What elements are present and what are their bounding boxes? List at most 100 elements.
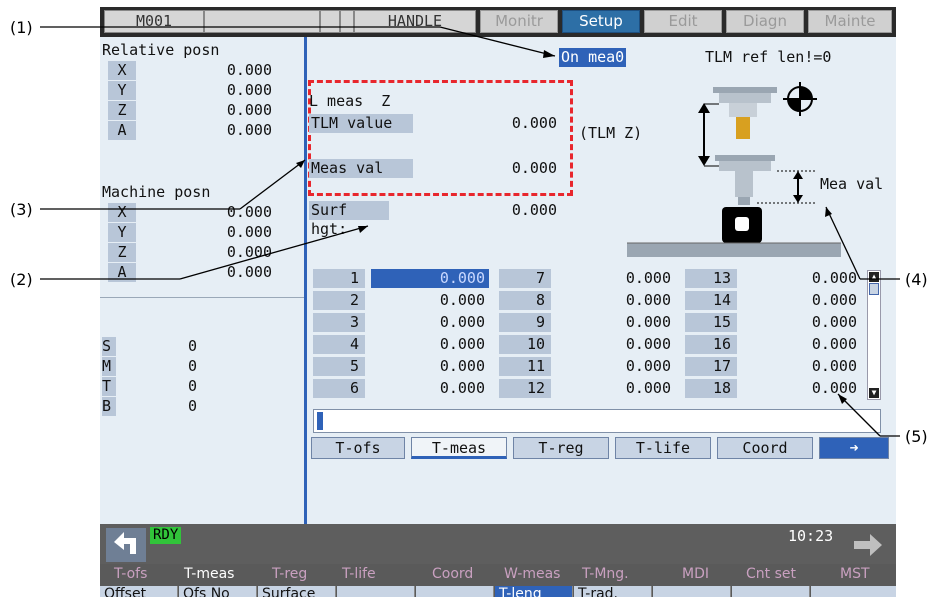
input-cursor bbox=[317, 412, 323, 430]
tab-tool-life[interactable]: T-life bbox=[615, 437, 711, 459]
meas-spindle-body bbox=[719, 161, 771, 171]
table-row-no: 15 bbox=[685, 313, 737, 332]
menu-t-meas[interactable]: T-meas bbox=[184, 566, 234, 582]
softkey-line: T-leng bbox=[499, 586, 542, 597]
table-row-value[interactable]: 0.000 bbox=[743, 357, 857, 376]
tab-setup[interactable]: Setup bbox=[562, 10, 640, 33]
tab-maintenance[interactable]: Mainte bbox=[808, 10, 892, 33]
tab-tool-offset[interactable]: T-ofs bbox=[311, 437, 405, 459]
scroll-thumb[interactable] bbox=[869, 283, 879, 295]
tlm-ref-length: TLM ref len!=0 bbox=[705, 48, 832, 66]
scroll-down-icon[interactable]: ▼ bbox=[869, 388, 879, 398]
table-row-value[interactable]: 0.000 bbox=[557, 357, 671, 376]
menu-t-mng[interactable]: T-Mng. bbox=[582, 566, 629, 582]
table-row-value[interactable]: 0.000 bbox=[557, 335, 671, 354]
machine-position-title: Machine posn bbox=[102, 183, 211, 201]
softkey-empty-8[interactable] bbox=[653, 586, 731, 597]
menu-t-reg[interactable]: T-reg bbox=[272, 566, 307, 582]
top-bar: M001 HANDLE Monitr Setup Edit Diagn Main… bbox=[100, 7, 896, 37]
table-row-no: 4 bbox=[313, 335, 365, 354]
table-row-value[interactable]: 0.000 bbox=[557, 313, 671, 332]
mach-axis-x: X bbox=[108, 203, 136, 222]
table-row-no: 5 bbox=[313, 357, 365, 376]
table-row-value[interactable]: 0.000 bbox=[371, 335, 485, 354]
mea-val-caption: Mea val bbox=[820, 175, 884, 193]
tcode-label: T bbox=[102, 377, 116, 396]
tool-measure-panel: On mea0 TLM ref len!=0 L meas Z TLM valu… bbox=[304, 37, 896, 524]
menu-mst[interactable]: MST bbox=[840, 566, 870, 582]
softkey-line: T-rad. bbox=[578, 586, 618, 597]
table-row-value[interactable]: 0.000 bbox=[743, 291, 857, 310]
callout-5: (5) bbox=[905, 427, 928, 446]
softkey-offset-write[interactable]: Offsetwrite bbox=[100, 586, 178, 597]
softkey-ofs-no-search[interactable]: Ofs Nosearch bbox=[179, 586, 257, 597]
status-cell-2 bbox=[320, 10, 340, 33]
meas-value: 0.000 bbox=[511, 159, 557, 177]
table-row-no: 16 bbox=[685, 335, 737, 354]
data-input-field[interactable] bbox=[313, 409, 881, 433]
softkey-line: Surface bbox=[262, 586, 316, 597]
status-cell-1 bbox=[204, 10, 320, 33]
table-row-value[interactable]: 0.000 bbox=[371, 291, 485, 310]
softkey-empty-4[interactable] bbox=[337, 586, 415, 597]
mach-axis-y: Y bbox=[108, 223, 136, 242]
table-row-value[interactable]: 0.000 bbox=[371, 269, 489, 288]
tab-tool-register[interactable]: T-reg bbox=[513, 437, 609, 459]
relative-position-title: Relative posn bbox=[102, 41, 220, 59]
surf-hgt-label: Surf hgt: bbox=[309, 201, 389, 238]
meas-tool-icon bbox=[735, 171, 753, 197]
table-row-value[interactable]: 0.000 bbox=[743, 269, 857, 288]
status-cell-3 bbox=[340, 10, 354, 33]
tab-edit[interactable]: Edit bbox=[644, 10, 722, 33]
table-row-value[interactable]: 0.000 bbox=[743, 379, 857, 398]
mach-axis-a: A bbox=[108, 263, 136, 282]
surf-hgt-value: 0.000 bbox=[511, 201, 557, 219]
mach-value-y: 0.000 bbox=[226, 223, 272, 241]
table-row-no: 11 bbox=[499, 357, 551, 376]
tab-tool-measure[interactable]: T-meas bbox=[411, 437, 507, 459]
menu-mdi[interactable]: MDI bbox=[682, 566, 709, 582]
softkey-t-rad-measure[interactable]: T-rad.measure bbox=[574, 586, 652, 597]
table-row-value[interactable]: 0.000 bbox=[743, 335, 857, 354]
mach-value-a: 0.000 bbox=[226, 263, 272, 281]
table-row-value[interactable]: 0.000 bbox=[371, 313, 485, 332]
menu-coord[interactable]: Coord bbox=[432, 566, 473, 582]
cnc-screen: M001 HANDLE Monitr Setup Edit Diagn Main… bbox=[100, 7, 896, 597]
menu-t-ofs[interactable]: T-ofs bbox=[114, 566, 147, 582]
tab-monitor[interactable]: Monitr bbox=[480, 10, 558, 33]
program-number: M001 bbox=[104, 10, 204, 33]
softkey-line: Ofs No bbox=[183, 586, 230, 597]
forward-arrow-icon[interactable] bbox=[848, 528, 888, 562]
tab-diagnosis[interactable]: Diagn bbox=[726, 10, 804, 33]
table-row-value[interactable]: 0.000 bbox=[557, 269, 671, 288]
table-row-no: 17 bbox=[685, 357, 737, 376]
back-arrow-icon[interactable] bbox=[106, 528, 146, 562]
softkey-line: Offset bbox=[104, 586, 147, 597]
position-panel: Relative posn X 0.000 Y 0.000 Z 0.000 A … bbox=[100, 37, 304, 524]
table-row-value[interactable]: 0.000 bbox=[371, 379, 485, 398]
softkey-empty-5[interactable] bbox=[416, 586, 494, 597]
table-scrollbar[interactable]: ▲ ▼ bbox=[867, 270, 881, 400]
tcode-value: 0 bbox=[188, 377, 198, 395]
menu-cnt-set[interactable]: Cnt set bbox=[746, 566, 796, 582]
scroll-up-icon[interactable]: ▲ bbox=[869, 272, 879, 282]
callout-3: (3) bbox=[10, 200, 33, 219]
softkey-empty-9[interactable] bbox=[732, 586, 810, 597]
ref-spindle-nose bbox=[713, 87, 777, 93]
softkey-surface-hight[interactable]: Surfacehight bbox=[258, 586, 336, 597]
table-row-no: 12 bbox=[499, 379, 551, 398]
menu-w-meas[interactable]: W-meas bbox=[504, 566, 560, 582]
menu-t-life[interactable]: T-life bbox=[342, 566, 376, 582]
tab-next-arrow-icon[interactable]: ➜ bbox=[819, 437, 889, 459]
softkey-empty-10[interactable] bbox=[811, 586, 896, 597]
table-row-value[interactable]: 0.000 bbox=[371, 357, 485, 376]
table-row-value[interactable]: 0.000 bbox=[557, 291, 671, 310]
mcode-value: 0 bbox=[188, 357, 198, 375]
tab-coordinate[interactable]: Coord bbox=[717, 437, 813, 459]
table-row-value[interactable]: 0.000 bbox=[557, 379, 671, 398]
softkey-t-leng-measure[interactable]: T-lengmeasure bbox=[495, 586, 573, 597]
table-row-value[interactable]: 0.000 bbox=[743, 313, 857, 332]
ref-spindle-body bbox=[719, 93, 771, 103]
table-row-no: 8 bbox=[499, 291, 551, 310]
table-row-no: 13 bbox=[685, 269, 737, 288]
